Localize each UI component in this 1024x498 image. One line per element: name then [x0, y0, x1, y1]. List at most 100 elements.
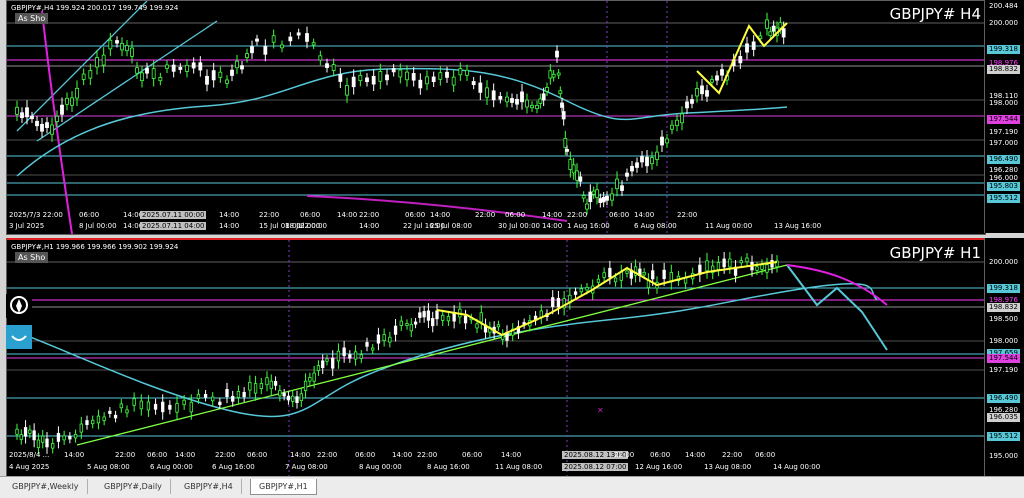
candle-body: [602, 272, 606, 278]
candle-body: [198, 62, 203, 71]
candle-body: [568, 159, 573, 170]
h1-time-label-upper: 06:00: [247, 451, 268, 459]
candle-body: [70, 97, 74, 106]
candle-body: [178, 66, 183, 70]
h1-moving-average: [7, 282, 878, 418]
pen-tool-icon[interactable]: [6, 294, 32, 318]
chart-h1-title: GBPJPY# H1: [889, 244, 981, 262]
candle-body: [140, 72, 144, 82]
chart-h1-price-axis[interactable]: 200.000 199.318 198.976 198.832 198.500 198.0…: [984, 238, 1024, 476]
h4-price-label: 197.000: [987, 139, 1020, 148]
candle-body: [751, 41, 756, 50]
h4-time-label-upper: 14:00: [542, 211, 563, 219]
chart-h4-as-show-button[interactable]: As Sho: [15, 13, 49, 24]
candle-body: [768, 31, 773, 37]
h4-time-label-upper: 14:00: [634, 211, 655, 219]
candle-body: [613, 277, 618, 283]
candle-body: [556, 297, 561, 308]
h1-time-label-upper: 2025/8/4 ...: [9, 451, 50, 459]
candle-body: [146, 401, 151, 411]
candle-body: [60, 104, 64, 115]
candle-body: [378, 71, 383, 82]
chart-h4-price-axis[interactable]: 200.484 200.000 199.318 198.976 198.832 198.1…: [984, 0, 1024, 233]
candle-body: [23, 427, 28, 437]
candle-body: [161, 401, 165, 413]
candle-body: [135, 67, 139, 74]
chart-h4[interactable]: GBPJPY#,H4 199.924 200.017 199.749 199.9…: [6, 0, 986, 235]
smile-indicator-icon[interactable]: [6, 325, 32, 349]
h1-price-label: 198.000: [987, 337, 1020, 346]
candle-body: [662, 269, 666, 280]
candle-body: [479, 312, 483, 323]
candle-body: [690, 99, 694, 104]
candle-body: [211, 396, 215, 402]
candle-body: [153, 403, 158, 410]
candle-body: [15, 106, 19, 115]
tab-gbpjpy-h4[interactable]: GBPJPY#,H4: [176, 479, 242, 494]
chart-h1-info: GBPJPY#,H1 199.966 199.966 199.902 199.9…: [11, 243, 179, 251]
candle-body: [371, 75, 376, 85]
h4-price-label: 196.490: [987, 155, 1020, 164]
tab-gbpjpy-daily[interactable]: GBPJPY#,Daily: [96, 479, 171, 494]
candle-body: [139, 400, 143, 410]
candle-body: [348, 354, 352, 359]
candle-body: [496, 324, 501, 328]
h4-time-label-upper: 2025/7/3 22:00: [9, 211, 63, 219]
candle-body: [431, 76, 436, 83]
candle-body: [158, 77, 163, 82]
candle-body: [255, 38, 259, 42]
tab-gbpjpy-weekly[interactable]: GBPJPY#,Weekly: [4, 479, 88, 494]
candle-body: [446, 316, 451, 322]
candle-body: [405, 323, 409, 326]
candle-body: [265, 377, 269, 386]
candle-body: [120, 43, 124, 51]
h4-price-label: 199.318: [987, 45, 1020, 54]
h1-time-label: 12 Aug 16:00: [635, 463, 683, 471]
candle-body: [630, 165, 634, 172]
candle-body: [308, 377, 312, 382]
chart-h1[interactable]: ✕ GBPJPY#,H1 199.966 199.966 199.902 199…: [6, 238, 986, 477]
candle-body: [765, 19, 769, 29]
candle-body: [75, 87, 79, 99]
candle-body: [685, 101, 689, 109]
candle-body: [318, 55, 323, 61]
h1-time-label: 5 Aug 08:00: [87, 463, 130, 471]
candle-body: [411, 73, 416, 81]
h4-price-label: 200.000: [987, 19, 1020, 28]
candle-body: [422, 311, 426, 318]
h4-time-label: 30 Jul 00:00: [498, 222, 540, 230]
candle-body: [435, 310, 439, 320]
candle-body: [196, 393, 201, 400]
h1-time-label: 13 Aug 08:00: [704, 463, 752, 471]
candle-body: [615, 178, 619, 190]
h4-time-label-upper: 06:00: [79, 211, 100, 219]
candle-body: [471, 81, 476, 86]
candle-body: [565, 148, 569, 152]
candle-body: [291, 395, 295, 402]
candle-body: [65, 97, 69, 105]
chart-h4-title: GBPJPY# H4: [889, 5, 981, 23]
candle-body: [51, 443, 55, 449]
candle-body: [573, 291, 578, 295]
h1-time-label: 2025.08.12 07:00: [562, 463, 629, 471]
candle-body: [700, 85, 704, 95]
tab-gbpjpy-h1[interactable]: GBPJPY#,H1: [250, 479, 317, 495]
candle-body: [271, 35, 276, 43]
chart-h1-as-show-button[interactable]: As Sho: [15, 252, 49, 263]
candle-body: [365, 77, 369, 83]
candle-body: [321, 360, 325, 369]
h1-time-label: 14 Aug 00:00: [773, 463, 821, 471]
candle-body: [62, 435, 66, 441]
candle-body: [581, 195, 586, 199]
h4-time-label: 3 Jul 2025: [9, 222, 45, 230]
candle-body: [91, 419, 95, 425]
h4-time-label-upper: 06:00: [300, 211, 321, 219]
h1-time-label-upper: 22:00: [614, 451, 635, 459]
candle-body: [601, 196, 606, 203]
h1-price-label: 196.490: [987, 394, 1020, 403]
candle-body: [561, 111, 566, 120]
chart-h4-canvas: [7, 1, 985, 234]
candle-body: [478, 82, 483, 93]
h1-time-label: 7 Aug 08:00: [285, 463, 328, 471]
candle-body: [30, 115, 34, 120]
